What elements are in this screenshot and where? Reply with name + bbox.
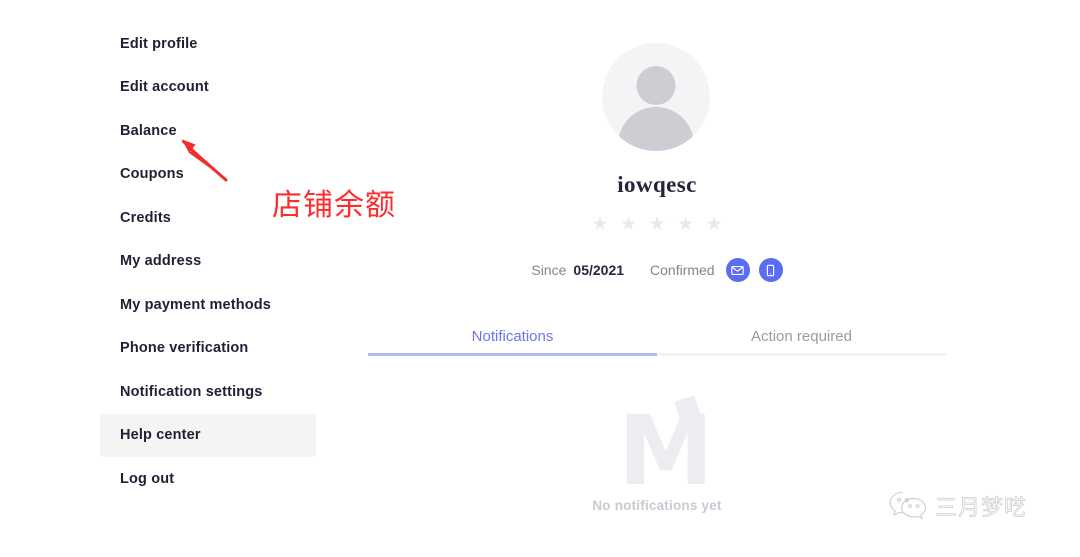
- profile-panel: iowqesc ★ ★ ★ ★ ★ Since 05/2021 Confirme…: [368, 0, 946, 557]
- confirmed-label: Confirmed: [650, 262, 715, 278]
- sidebar-item-label: Credits: [120, 209, 172, 226]
- sidebar-item-label: Phone verification: [120, 340, 249, 357]
- empty-state: M No notifications yet: [368, 395, 946, 513]
- since-value: 05/2021: [573, 262, 625, 278]
- star-icon: ★: [619, 214, 638, 235]
- sidebar-item-label: My address: [120, 253, 202, 270]
- sidebar-item-help-center[interactable]: Help center: [100, 413, 316, 457]
- tab-underline-active: [368, 353, 657, 356]
- sidebar-item-my-payment-methods[interactable]: My payment methods: [100, 283, 316, 327]
- m-letter-shape: M: [618, 395, 714, 507]
- mobile-phone-icon: [766, 264, 775, 276]
- profile-meta-row: Since 05/2021 Confirmed: [368, 258, 946, 282]
- sidebar-item-label: Edit profile: [120, 35, 198, 52]
- tab-notifications[interactable]: Notifications: [368, 318, 657, 358]
- user-placeholder-icon: [602, 43, 710, 151]
- email-verified-badge[interactable]: [725, 258, 750, 282]
- avatar[interactable]: [602, 43, 710, 151]
- sidebar-item-my-address[interactable]: My address: [100, 240, 316, 284]
- sidebar-item-edit-account[interactable]: Edit account: [100, 66, 316, 110]
- sidebar-item-label: My payment methods: [120, 296, 271, 313]
- sidebar-item-label: Notification settings: [120, 383, 263, 400]
- since-label: Since: [531, 262, 567, 278]
- watermark-text: 三月梦呓: [935, 496, 1028, 522]
- star-icon: ★: [591, 214, 609, 235]
- sidebar-item-label: Help center: [120, 427, 201, 444]
- envelope-icon: [731, 265, 744, 275]
- mercari-m-logo: M: [618, 395, 714, 507]
- profile-tabs: Notifications Action required: [368, 318, 946, 358]
- annotation-text: 店铺余额: [272, 188, 396, 223]
- rating-stars: ★ ★ ★ ★ ★: [368, 215, 946, 235]
- star-icon: ★: [648, 214, 666, 235]
- sidebar-item-notification-settings[interactable]: Notification settings: [100, 370, 316, 414]
- tab-label: Action required: [751, 328, 852, 345]
- sidebar-item-label: Balance: [120, 122, 177, 139]
- sidebar-item-label: Log out: [120, 470, 175, 487]
- sidebar-item-edit-profile[interactable]: Edit profile: [100, 22, 316, 66]
- sidebar-item-label: Edit account: [120, 79, 209, 96]
- sidebar-item-balance[interactable]: Balance: [100, 109, 316, 153]
- sidebar-item-phone-verification[interactable]: Phone verification: [100, 327, 316, 371]
- phone-verified-badge[interactable]: [758, 258, 783, 282]
- account-sidebar: Edit profile Edit account Balance Coupon…: [100, 22, 316, 501]
- avatar-head-shape: [636, 66, 676, 105]
- star-icon: ★: [676, 214, 695, 235]
- tab-action-required[interactable]: Action required: [657, 318, 946, 358]
- star-icon: ★: [705, 214, 723, 235]
- profile-username: iowqesc: [617, 172, 697, 197]
- avatar-body-shape: [618, 107, 694, 151]
- tab-label: Notifications: [471, 328, 554, 345]
- sidebar-item-label: Coupons: [120, 166, 184, 183]
- sidebar-item-log-out[interactable]: Log out: [100, 457, 316, 501]
